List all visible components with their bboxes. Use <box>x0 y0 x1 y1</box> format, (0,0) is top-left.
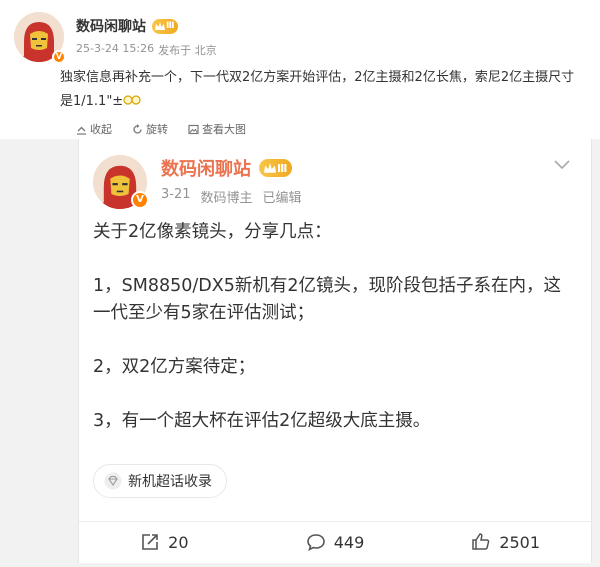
post-source: 发布于 北京 <box>158 44 217 57</box>
repost-meta: 3-21 数码博主 已编辑 <box>161 187 302 206</box>
repost-author-row: 数码闲聊站 Ⅲ <box>161 155 293 181</box>
repost-edited[interactable]: 已编辑 <box>263 187 302 206</box>
crown-level-icon[interactable]: Ⅲ <box>152 18 178 34</box>
collapse-icon <box>77 126 86 135</box>
topic-label: 新机超话收录 <box>128 474 212 490</box>
repost-paragraph: 1，SM8850/DX5新机有2亿镜头，现阶段包括子系在内，这一代至少有5家在评… <box>93 276 562 323</box>
crown-level-icon[interactable]: Ⅲ <box>259 159 293 177</box>
repost-card: V 数码闲聊站 Ⅲ 3-21 数码博主 已编辑 关于2亿像素镜头，分享几点： 1… <box>78 139 592 563</box>
comment-icon <box>306 534 325 552</box>
rotate-label: 旋转 <box>146 123 168 136</box>
repost-paragraph: 3，有一个超大杯在评估2亿超级大底主摄。 <box>93 411 431 431</box>
topic-chip[interactable]: 新机超话收录 <box>93 464 227 498</box>
like-button[interactable]: 2501 <box>420 532 591 552</box>
image-icon <box>188 124 199 134</box>
view-large-button[interactable]: 查看大图 <box>188 121 246 137</box>
crown-icon <box>264 162 276 173</box>
rotate-button[interactable]: 旋转 <box>132 121 168 137</box>
repost-role: 数码博主 <box>200 191 253 206</box>
repost-level-label: Ⅲ <box>277 161 288 175</box>
rotate-icon <box>133 123 142 134</box>
repost-count: 20 <box>168 532 189 552</box>
repost-icon <box>142 534 158 550</box>
repost-paragraph: 关于2亿像素镜头，分享几点： <box>93 222 332 242</box>
author-name[interactable]: 数码闲聊站 <box>76 16 146 36</box>
like-count: 2501 <box>499 532 541 552</box>
post-header: V 数码闲聊站 Ⅲ 25-3-24 15:26 发布于 北京 <box>14 12 584 64</box>
thumb-up-icon <box>472 533 490 550</box>
level-badge-label: Ⅲ <box>166 21 175 31</box>
repost-author-name[interactable]: 数码闲聊站 <box>161 155 251 181</box>
repost-date[interactable]: 3-21 <box>161 187 191 206</box>
post-meta: 25-3-24 15:26 发布于 北京 <box>76 42 217 58</box>
repost-action-bar: 20 449 2501 <box>79 522 591 562</box>
post-text: 独家信息再补充一个，下一代双2亿方案开始评估，2亿主摄和2亿长焦，索尼2亿主摄尺… <box>60 66 580 114</box>
chevron-down-icon[interactable] <box>553 159 571 171</box>
comment-count: 449 <box>333 532 365 552</box>
repost-body: 关于2亿像素镜头，分享几点： 1，SM8850/DX5新机有2亿镜头，现阶段包括… <box>93 219 573 435</box>
view-large-label: 查看大图 <box>202 123 246 136</box>
verify-badge-icon: V <box>52 50 66 64</box>
glasses-emoji-icon <box>123 95 141 105</box>
collapse-label: 收起 <box>90 123 112 136</box>
post-time[interactable]: 25-3-24 15:26 <box>76 42 154 58</box>
collapse-button[interactable]: 收起 <box>76 121 112 137</box>
verify-badge-icon: V <box>131 191 149 209</box>
crown-icon <box>155 21 165 30</box>
repost-button[interactable]: 20 <box>79 532 250 552</box>
post-image-actions: 收起 旋转 查看大图 <box>76 121 246 137</box>
author-name-row: 数码闲聊站 Ⅲ <box>76 16 178 36</box>
diamond-topic-icon <box>104 472 122 490</box>
comment-button[interactable]: 449 <box>250 532 421 552</box>
repost-paragraph: 2，双2亿方案待定； <box>93 357 256 377</box>
